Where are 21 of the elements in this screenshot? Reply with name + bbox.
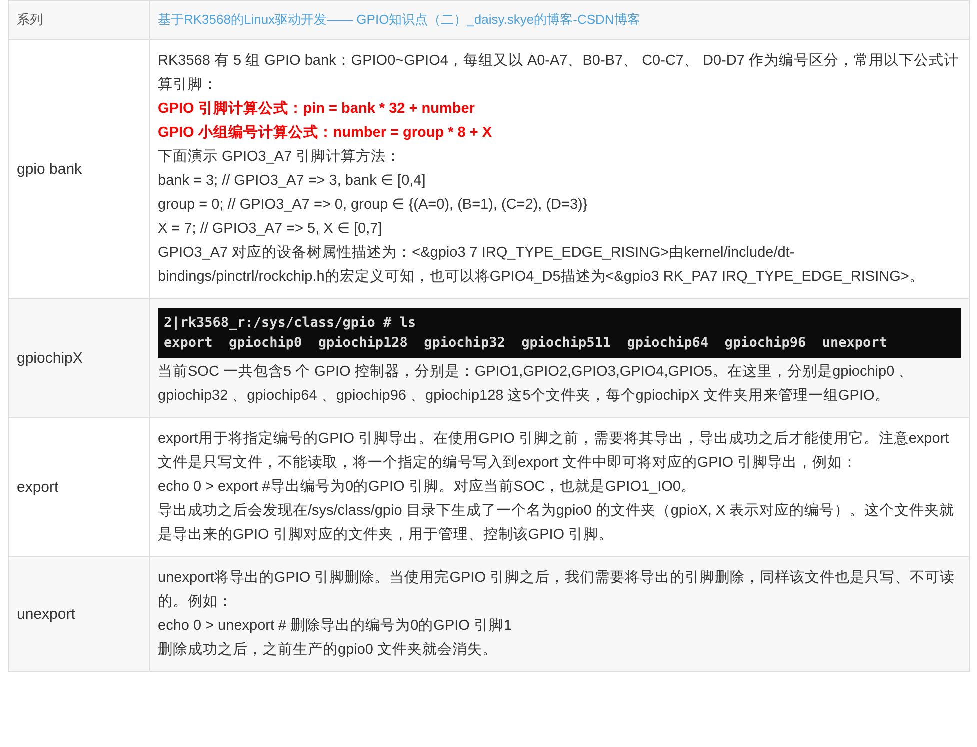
formula-text: GPIO 引脚计算公式：pin = bank * 32 + number <box>158 100 476 119</box>
terminal-line: export gpiochip0 gpiochip128 gpiochip32 gpiochip511 gpiochip64 gpiochip96 unexport <box>164 334 888 353</box>
description-text: echo 0 > unexport # 删除导出的编号为0的GPIO 引脚1 <box>158 617 514 636</box>
description-text: bank = 3; // GPIO3_A7 => 3, bank ∈ [0,4] <box>158 172 427 191</box>
formula-text: GPIO 小组编号计算公式：number = group * 8 + X <box>158 124 494 143</box>
description-text: RK3568 有 5 组 GPIO bank：GPIO0~GPIO4，每组又以 A0-A7、B0-B7、 C0-C7、 D0-D7 作为编号区分，常用以下公式计算引脚： <box>158 52 960 95</box>
article-link[interactable]: 基于RK3568的Linux驱动开发—— GPIO知识点（二）_daisy.skye的博客-CSDN博客 <box>158 12 640 27</box>
description-text: 导出成功之后会发现在/sys/class/gpio 目录下生成了一个名为gpio0 的文件夹（gpioX, X 表示对应的编号）。这个文件夹就是导出来的GPIO 引脚对应的文件夹，用于管理、控制该GPIO 引脚。 <box>158 502 956 545</box>
row-label: export <box>17 478 60 496</box>
row-label: gpiochipX <box>17 350 84 366</box>
row-label: unexport <box>17 606 76 622</box>
description-text: 下面演示 GPIO3_A7 引脚计算方法： <box>158 148 402 167</box>
description-text: GPIO3_A7 对应的设备树属性描述为：<&gpio3 7 IRQ_TYPE_EDGE_RISING>由kernel/include/dt-bindings/pinctrl/rockchip.h的宏定义可知，也可以将GPIO4_D5描述为<&gpio3 RK_PA7 IRQ_TYPE_EDGE_RISING>。 <box>158 244 926 287</box>
description-text: echo 0 > export #导出编号为0的GPIO 引脚。对应当前SOC，也就是GPIO1_IO0。 <box>158 478 697 497</box>
row-label: gpio bank <box>17 160 84 178</box>
series-label: 系列 <box>17 11 44 29</box>
terminal-line: 2|rk3568_r:/sys/class/gpio # ls <box>164 314 417 333</box>
description-text: group = 0; // GPIO3_A7 => 0, group ∈ {(A=0), (B=1), (C=2), (D=3)} <box>158 196 589 215</box>
description-text: X = 7; // GPIO3_A7 => 5, X ∈ [0,7] <box>158 220 384 239</box>
description-text: 删除成功之后，之前生产的gpio0 文件夹就会消失。 <box>158 640 499 660</box>
description-text: 当前SOC 一共包含5 个 GPIO 控制器，分别是：GPIO1,GPIO2,GPIO3,GPIO4,GPIO5。在这里，分别是gpiochip0 、gpiochip32 、gpiochip64 、gpiochip96 、gpiochip128 这5个文件夹，每个gpiochipX 文件夹用来管理一组GPIO。 <box>158 363 915 406</box>
